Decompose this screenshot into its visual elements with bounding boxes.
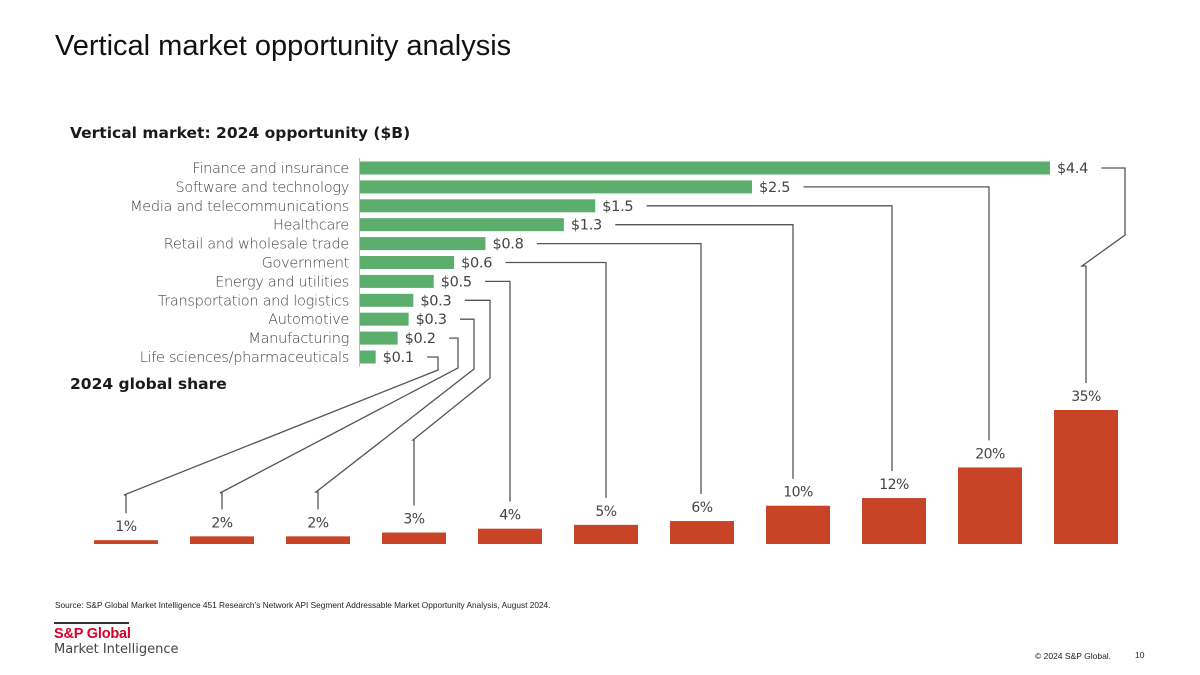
- share-bar: [190, 536, 254, 544]
- logo-rule: [54, 622, 129, 624]
- opportunity-category-label: Life sciences/pharmaceuticals: [140, 350, 349, 366]
- connector-line: [505, 261, 607, 498]
- opportunity-bar: [360, 293, 414, 307]
- share-bar: [382, 532, 446, 544]
- opportunity-category-label: Software and technology: [175, 180, 349, 196]
- connector-line: [123, 356, 439, 514]
- share-value-label: 4%: [499, 508, 520, 524]
- opportunity-value-label: $0.5: [441, 274, 472, 290]
- opportunity-category-label: Retail and wholesale trade: [164, 237, 349, 253]
- company-logo: S&P Global Market Intelligence: [54, 622, 178, 658]
- share-bar: [1054, 410, 1118, 544]
- opportunity-value-label: $0.3: [420, 293, 451, 309]
- opportunity-bar: [360, 331, 398, 345]
- share-value-label: 6%: [691, 500, 712, 516]
- opportunity-bar: [360, 199, 596, 213]
- opportunity-category-label: Manufacturing: [248, 331, 349, 347]
- share-value-label: 10%: [783, 485, 813, 501]
- share-bar: [958, 467, 1022, 544]
- logo-subtitle: Market Intelligence: [54, 642, 179, 657]
- share-bar: [286, 536, 350, 544]
- opportunity-value-label: $4.4: [1057, 161, 1088, 177]
- connector-line: [615, 224, 794, 479]
- share-value-label: 12%: [879, 477, 909, 493]
- opportunity-value-label: $0.2: [405, 331, 436, 347]
- share-value-label: 2%: [211, 515, 232, 531]
- opportunity-value-label: $1.3: [571, 218, 602, 234]
- opportunity-category-label: Automotive: [268, 312, 349, 328]
- opportunity-category-label: Finance and insurance: [192, 161, 349, 177]
- share-bar: [574, 524, 638, 544]
- opportunity-category-label: Energy and utilities: [215, 274, 349, 290]
- opportunity-bar: [360, 312, 409, 326]
- chart-canvas: Finance and insurance $4.4 Software and te…: [94, 158, 1126, 544]
- share-value-label: 2%: [307, 515, 328, 531]
- connector-line: [314, 318, 475, 510]
- opportunity-value-label: $1.5: [602, 199, 633, 215]
- opportunity-bar: [360, 218, 564, 232]
- share-bar: [478, 528, 542, 544]
- opportunity-category-label: Healthcare: [273, 218, 349, 234]
- opportunity-value-label: $0.6: [461, 256, 492, 272]
- connector-line: [485, 280, 511, 502]
- connector-line: [646, 205, 893, 472]
- share-bar: [94, 540, 158, 544]
- opportunity-value-label: $0.1: [383, 350, 414, 366]
- share-value-label: 5%: [595, 504, 616, 520]
- share-bar: [670, 521, 734, 544]
- logo-brand: S&P Global: [54, 626, 131, 642]
- share-value-label: 20%: [975, 446, 1005, 462]
- share-value-label: 1%: [115, 519, 136, 535]
- opportunity-bar: [360, 256, 455, 269]
- opportunity-bar: [360, 274, 434, 288]
- opportunity-category-label: Media and telecommunications: [130, 199, 349, 215]
- opportunity-bar: [360, 161, 1050, 175]
- opportunity-bar: [360, 350, 376, 364]
- connector-line: [536, 242, 702, 495]
- share-value-label: 3%: [403, 512, 424, 528]
- connector-line: [1079, 167, 1126, 383]
- opportunity-value-label: $0.8: [492, 237, 523, 253]
- copyright: © 2024 S&P Global.: [1035, 651, 1112, 661]
- connector-line: [803, 186, 990, 441]
- share-bar: [862, 498, 926, 544]
- share-value-label: 35%: [1071, 389, 1101, 405]
- opportunity-bar: [360, 180, 753, 194]
- share-bar: [766, 505, 830, 544]
- opportunity-category-label: Government: [262, 256, 350, 272]
- opportunity-category-label: Transportation and logistics: [158, 293, 349, 309]
- page-number: 10: [1135, 650, 1145, 660]
- opportunity-value-label: $2.5: [759, 180, 790, 196]
- opportunity-bar: [360, 237, 486, 251]
- opportunity-value-label: $0.3: [416, 312, 447, 328]
- source-note: Source: S&P Global Market Intelligence 4…: [55, 600, 551, 610]
